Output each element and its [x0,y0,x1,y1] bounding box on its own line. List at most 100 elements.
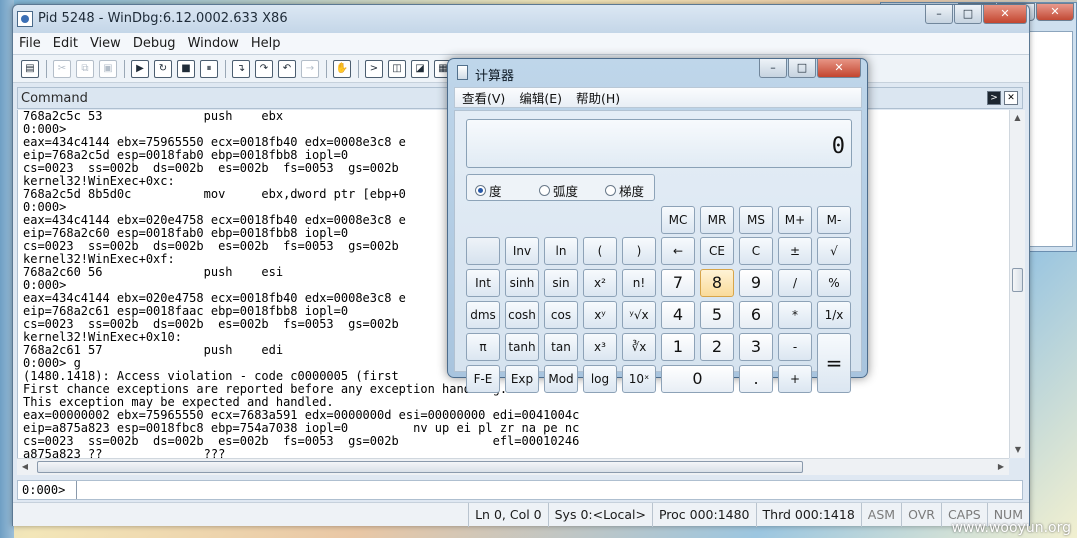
menu-debug[interactable]: Debug [133,36,176,51]
vertical-scroll-thumb[interactable] [1012,268,1023,292]
close-icon[interactable]: ✕ [817,59,861,78]
maximize-icon[interactable]: □ [954,5,982,24]
hand-icon[interactable]: ✋ [333,59,351,78]
key-equals-button[interactable]: = [817,333,851,393]
horizontal-scroll-thumb[interactable] [37,461,803,473]
calc-menu-edit[interactable]: 编辑(E) [519,88,562,107]
step-out-icon[interactable]: ↶ [278,59,296,78]
key-exp-button[interactable]: Exp [505,365,539,393]
key-int-button[interactable]: Int [466,269,500,297]
key-8-button[interactable]: 8 [700,269,734,297]
scroll-down-icon[interactable]: ▼ [1010,442,1026,458]
key-power-button[interactable]: xʸ [583,301,617,329]
key-factorial-button[interactable]: n! [622,269,656,297]
maximize-icon[interactable]: □ [788,59,816,78]
key-minus-button[interactable]: - [778,333,812,361]
key-cos-button[interactable]: cos [544,301,578,329]
key-mc-button[interactable]: MC [661,206,695,234]
key-dms-button[interactable]: dms [466,301,500,329]
calc-menu-help[interactable]: 帮助(H) [576,88,620,107]
vertical-scrollbar[interactable]: ▲ ▼ [1009,110,1025,458]
key-f-e-button[interactable]: F-E [466,365,500,393]
menu-view[interactable]: View [90,36,121,51]
minimize-icon[interactable]: – [759,59,787,78]
key-3-button[interactable]: 3 [739,333,773,361]
key-decimal-button[interactable]: . [739,365,773,393]
close-icon[interactable]: ✕ [1036,3,1074,21]
key-ten-power-button[interactable]: 10ˣ [622,365,656,393]
cut-icon[interactable]: ✂ [53,59,71,78]
key-percent-button[interactable]: % [817,269,851,297]
key-plus-button[interactable]: + [778,365,812,393]
watch-window-icon[interactable]: ◫ [388,59,406,78]
key-2-button[interactable]: 2 [700,333,734,361]
key-multiply-button[interactable]: * [778,301,812,329]
key-reciprocal-button[interactable]: 1/x [817,301,851,329]
step-into-icon[interactable]: ↴ [232,59,250,78]
key-sinh-button[interactable]: sinh [505,269,539,297]
key-9-button[interactable]: 9 [739,269,773,297]
key-inv-button[interactable]: Inv [505,237,539,265]
key-cosh-button[interactable]: cosh [505,301,539,329]
key-7-button[interactable]: 7 [661,269,695,297]
key-1-button[interactable]: 1 [661,333,695,361]
key-ln-button[interactable]: ln [544,237,578,265]
command-input[interactable] [76,481,1016,499]
key-tanh-button[interactable]: tanh [505,333,539,361]
pane-close-icon[interactable]: ✕ [1004,91,1018,105]
open-icon[interactable]: ▤ [21,59,39,78]
angle-radians-radio[interactable]: 弧度 [539,181,578,200]
step-over-icon[interactable]: ↷ [255,59,273,78]
key-0-button[interactable]: 0 [661,365,734,393]
key-close-paren-button[interactable]: ) [622,237,656,265]
key-cube-root-button[interactable]: ∛x [622,333,656,361]
key-c-button[interactable]: C [739,237,773,265]
menu-file[interactable]: File [19,36,41,51]
run-to-cursor-icon[interactable]: → [301,59,319,78]
restart-icon[interactable]: ↻ [154,59,172,78]
menu-window[interactable]: Window [188,36,239,51]
key-mr-button[interactable]: MR [700,206,734,234]
key-pi-button[interactable]: π [466,333,500,361]
paste-icon[interactable]: ▣ [99,59,117,78]
key-tan-button[interactable]: tan [544,333,578,361]
key-sin-button[interactable]: sin [544,269,578,297]
menu-help[interactable]: Help [251,36,281,51]
angle-gradians-radio[interactable]: 梯度 [605,181,644,200]
key-6-button[interactable]: 6 [739,301,773,329]
key-cube-button[interactable]: x³ [583,333,617,361]
key-5-button[interactable]: 5 [700,301,734,329]
angle-degrees-radio[interactable]: 度 [475,181,502,200]
copy-icon[interactable]: ⧉ [76,59,94,78]
horizontal-scrollbar[interactable]: ◀ ▶ [17,458,1009,475]
key-4-button[interactable]: 4 [661,301,695,329]
pane-console-icon[interactable]: > [987,91,1001,105]
scroll-up-icon[interactable]: ▲ [1010,110,1025,126]
go-icon[interactable]: ▶ [131,59,149,78]
minimize-icon[interactable]: – [925,5,953,24]
close-icon[interactable]: ✕ [983,5,1027,24]
locals-window-icon[interactable]: ◪ [411,59,429,78]
scroll-right-icon[interactable]: ▶ [993,459,1009,475]
windbg-titlebar[interactable]: Pid 5248 - WinDbg:6.12.0002.633 X86 – □ … [13,5,1029,33]
key-ce-button[interactable]: CE [700,237,734,265]
menu-edit[interactable]: Edit [53,36,78,51]
key-log-button[interactable]: log [583,365,617,393]
key-divide-button[interactable]: / [778,269,812,297]
key-blank-button[interactable] [466,237,500,265]
key-square-button[interactable]: x² [583,269,617,297]
stop-debugging-icon[interactable]: ■ [177,59,195,78]
key-plus-minus-button[interactable]: ± [778,237,812,265]
key-m-button[interactable]: M- [817,206,851,234]
key-yroot-button[interactable]: ʸ√x [622,301,656,329]
key-backspace-button[interactable]: ← [661,237,695,265]
scroll-left-icon[interactable]: ◀ [17,459,33,475]
key-mod-button[interactable]: Mod [544,365,578,393]
calc-menu-view[interactable]: 查看(V) [462,88,505,107]
key-sqrt-button[interactable]: √ [817,237,851,265]
key-m-button[interactable]: M+ [778,206,812,234]
command-window-icon[interactable]: > [365,59,383,78]
calculator-window[interactable]: 计算器 – □ ✕ 查看(V) 编辑(E) 帮助(H) 0 度 弧度 梯度 MC… [447,58,868,393]
break-icon[interactable]: ⏸ [200,59,218,78]
key-open-paren-button[interactable]: ( [583,237,617,265]
